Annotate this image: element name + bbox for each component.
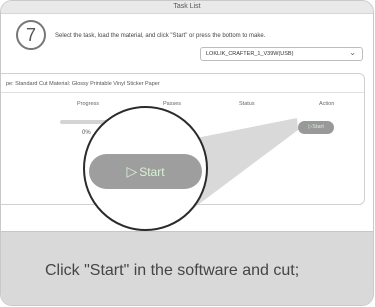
device-select[interactable]: LOKLIK_CRAFTER_1_V39W(USB) ⌄ bbox=[200, 47, 363, 61]
caption-band: Click "Start" in the software and cut; bbox=[1, 231, 373, 305]
caption-text: Click "Start" in the software and cut; bbox=[45, 262, 300, 279]
divider bbox=[1, 92, 364, 93]
device-select-value: LOKLIK_CRAFTER_1_V39W(USB) bbox=[206, 51, 294, 57]
magnifier-circle: ▷ Start bbox=[83, 106, 208, 231]
task-info: pe: Standard Cut Material: Glossy Printa… bbox=[6, 81, 160, 87]
column-header-passes: Passes bbox=[163, 101, 182, 107]
start-button[interactable]: ▷Start bbox=[298, 121, 334, 134]
chevron-down-icon: ⌄ bbox=[349, 48, 356, 57]
step-card: Task List 7 Select the task, load the ma… bbox=[0, 0, 374, 306]
window-titlebar: Task List bbox=[1, 1, 373, 14]
column-header-progress: Progress bbox=[77, 101, 100, 107]
progress-percent: 0% bbox=[82, 130, 91, 136]
instruction-text: Select the task, load the material, and … bbox=[55, 33, 266, 39]
play-icon: ▷ bbox=[126, 163, 138, 179]
step-number-badge: 7 bbox=[16, 20, 46, 50]
start-button-label: Start bbox=[139, 165, 165, 179]
start-button-zoomed[interactable]: ▷ Start bbox=[89, 154, 202, 189]
column-header-status: Status bbox=[239, 101, 255, 107]
column-header-action: Action bbox=[319, 101, 335, 107]
